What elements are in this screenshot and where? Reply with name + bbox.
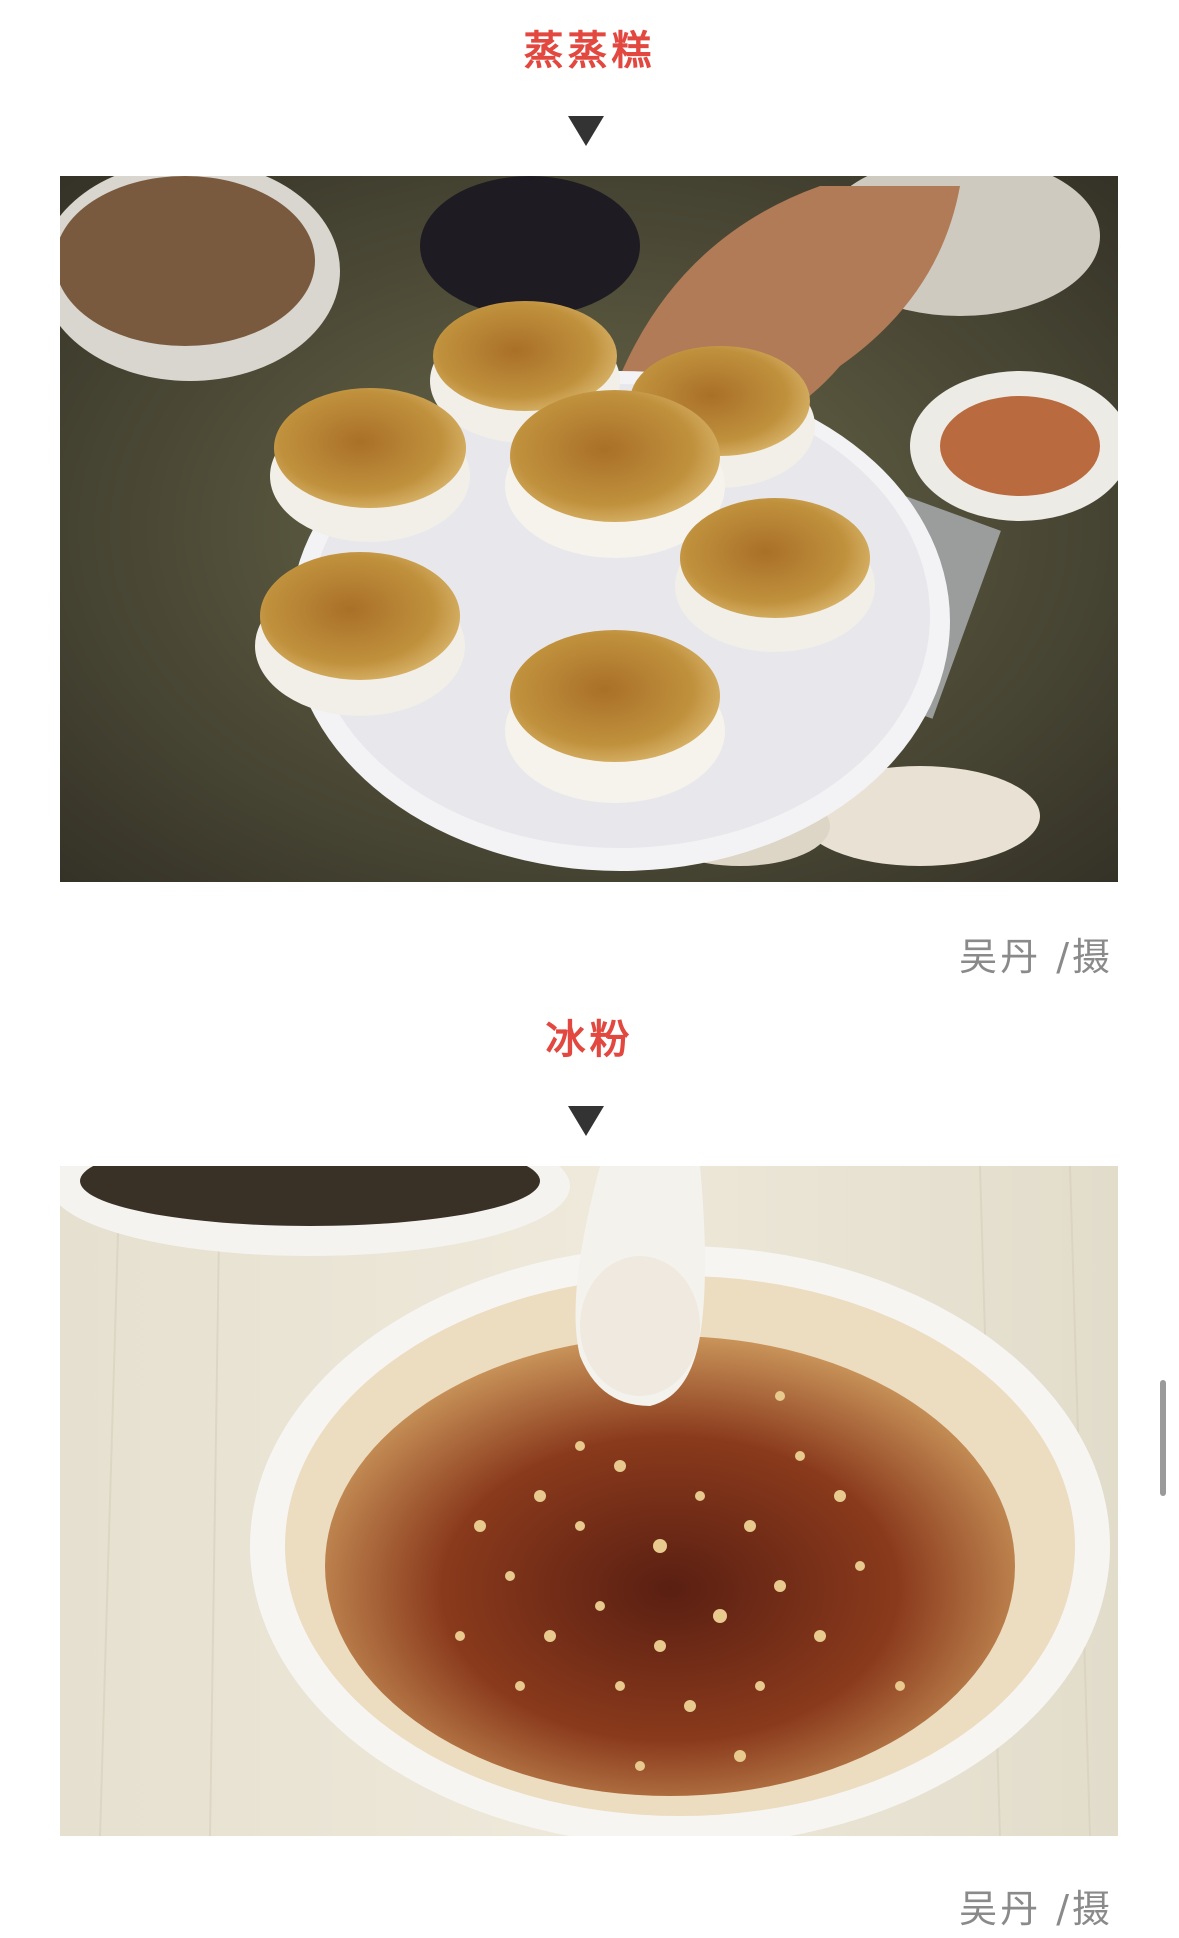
scrollbar[interactable] — [1160, 1380, 1166, 1496]
down-triangle-icon — [568, 1106, 604, 1136]
section-title-zhengzhenggao: 蒸蒸糕 — [523, 28, 656, 74]
down-triangle-icon — [568, 116, 604, 146]
photo-credit: 吴丹 /摄 — [959, 1887, 1113, 1931]
steamed-cake-photo — [60, 176, 1118, 882]
photo-credit: 吴丹 /摄 — [959, 935, 1113, 979]
ice-jelly-photo — [60, 1166, 1118, 1836]
section-title-bingfen: 冰粉 — [545, 1017, 634, 1063]
